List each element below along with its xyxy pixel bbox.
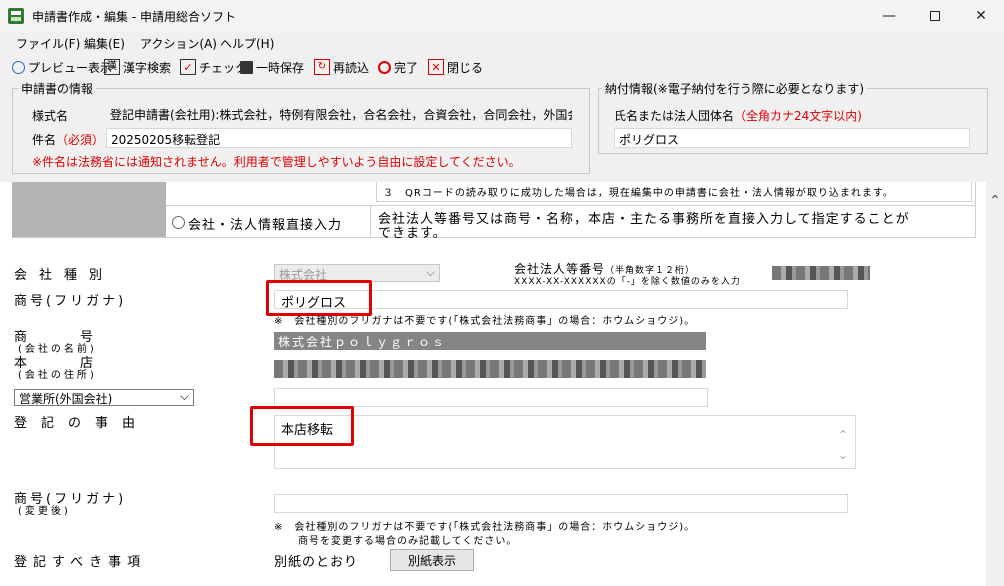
application-form-panel: ３ QRコードの読み取りに成功した場合は，現在編集中の申請書に会社・法人情報が取… — [0, 182, 986, 586]
application-info-title: 申請書の情報 — [18, 80, 97, 97]
direct-input-label: 会社・法人情報直接入力 — [188, 218, 343, 233]
trade-name-kana-note: ※ 会社種別のフリガナは不要です(「株式会社法務商事」の場合：ホウムショウジ)。 — [274, 316, 696, 327]
kanji-search-button[interactable]: 漢 漢字検索 — [104, 56, 171, 78]
subject-input[interactable]: 20250205移転登記 — [106, 128, 572, 148]
head-office-sub-label: (会社の住所) — [18, 370, 97, 381]
toolbar: プレビュー表示 漢 漢字検索 ✓ チェック 一時保存 ↻ 再読込 完了 ✕ 閉じ… — [0, 56, 1004, 78]
reload-icon: ↻ — [314, 59, 330, 75]
minimize-button[interactable]: — — [866, 0, 912, 32]
trade-name-kana-after-note: ※ 会社種別のフリガナは不要です(「株式会社法務商事」の場合：ホウムショウジ)。 — [274, 522, 696, 533]
corp-number-redacted — [772, 266, 870, 280]
title-bar: 申請書作成・編集 - 申請用総合ソフト — ✕ — [0, 0, 1004, 32]
payer-name-label: 氏名または法人団体名 — [614, 109, 735, 123]
qr-note: ３ QRコードの読み取りに成功した場合は，現在編集中の申請書に会社・法人情報が取… — [376, 182, 972, 202]
trade-name-kana-label: 商号(フリガナ) — [14, 294, 127, 309]
trade-name-change-note: 商号を変更する場合のみ記載してください。 — [298, 536, 518, 547]
app-icon — [8, 8, 24, 24]
trade-name-value: 株式会社ｐｏｌｙｇｒｏｓ — [274, 332, 706, 350]
payer-name-input[interactable]: ポリグロス — [614, 128, 970, 148]
reg-matter-textarea[interactable]: 本店移転 — [274, 415, 856, 469]
menu-file[interactable]: ファイル(F) — [16, 35, 80, 52]
reg-matter-highlight — [250, 406, 354, 446]
payment-info-title: 納付情報(※電子納付を行う際に必要となります) — [602, 80, 868, 97]
maximize-button[interactable] — [912, 0, 958, 32]
check-icon: ✓ — [180, 59, 196, 75]
preview-button[interactable]: プレビュー表示 — [12, 56, 112, 78]
trade-name-kana-after-input[interactable] — [274, 494, 848, 513]
section-header-cell — [12, 182, 166, 237]
trade-name-kana-after-sub: (変更後) — [18, 506, 71, 517]
menu-edit[interactable]: 編集(E) — [84, 35, 125, 52]
preview-icon — [12, 60, 25, 74]
scroll-up-icon[interactable]: ⌃ — [986, 192, 1004, 210]
maximize-icon — [930, 11, 940, 21]
save-icon — [240, 60, 253, 74]
reload-button[interactable]: ↻ 再読込 — [314, 56, 369, 78]
direct-input-radio[interactable] — [172, 216, 185, 229]
direct-input-desc-2: できます。 — [378, 226, 447, 241]
section-divider — [166, 205, 976, 206]
subject-label: 件名 — [32, 133, 57, 147]
temp-save-button[interactable]: 一時保存 — [240, 56, 304, 78]
direct-input-desc-1: 会社法人等番号又は商号・名称，本店・主たる事務所を直接入力して指定することが — [378, 212, 910, 227]
reg-items-label: 登記すべき事項 — [14, 555, 147, 570]
window-title: 申請書作成・編集 - 申請用総合ソフト — [32, 10, 236, 24]
form-name-value: 登記申請書(会社用):株式会社，特例有限会社，合名会社，合資会社，合同会社，外国… — [110, 108, 572, 122]
show-attachment-button[interactable]: 別紙表示 — [390, 549, 474, 571]
chevron-up-icon[interactable]: ⌃ — [838, 428, 848, 442]
subject-required-label: （必須） — [56, 133, 105, 147]
menu-action[interactable]: アクション(A) — [140, 35, 217, 52]
close-icon: ✕ — [428, 59, 444, 75]
vertical-scrollbar[interactable] — [986, 182, 1004, 586]
close-window-button[interactable]: ✕ — [958, 0, 1004, 32]
office-input[interactable] — [274, 388, 708, 407]
close-form-button[interactable]: ✕ 閉じる — [428, 56, 483, 78]
kanji-search-icon: 漢 — [104, 59, 120, 75]
trade-name-kana-highlight — [266, 280, 372, 316]
subject-note: ※件名は法務省には通知されません。利用者で管理しやすいよう自由に設定してください… — [32, 155, 521, 169]
reg-matter-label: 登記の事由 — [14, 416, 150, 431]
menu-bar: ファイル(F) 編集(E) アクション(A) ヘルプ(H) — [0, 32, 1004, 54]
radio-divider — [370, 206, 371, 238]
complete-button[interactable]: 完了 — [378, 56, 418, 78]
reg-items-value: 別紙のとおり — [274, 555, 359, 570]
payer-name-hint: （全角カナ24文字以内) — [734, 109, 862, 123]
menu-help[interactable]: ヘルプ(H) — [220, 35, 274, 52]
form-name-label: 様式名 — [32, 109, 69, 123]
head-office-redacted — [274, 360, 706, 378]
check-button[interactable]: ✓ チェック — [180, 56, 247, 78]
chevron-down-icon: ⌵ — [425, 265, 435, 279]
corp-number-hint: XXXX-XX-XXXXXXの「-」を除く数値のみを入力 — [514, 277, 741, 287]
office-type-select[interactable]: 営業所(外国会社) ⌵ — [14, 389, 194, 406]
company-type-label: 会社種別 — [14, 268, 115, 283]
complete-icon — [378, 60, 391, 74]
chevron-down-icon[interactable]: ⌄ — [838, 448, 848, 462]
chevron-down-icon: ⌵ — [179, 389, 189, 403]
